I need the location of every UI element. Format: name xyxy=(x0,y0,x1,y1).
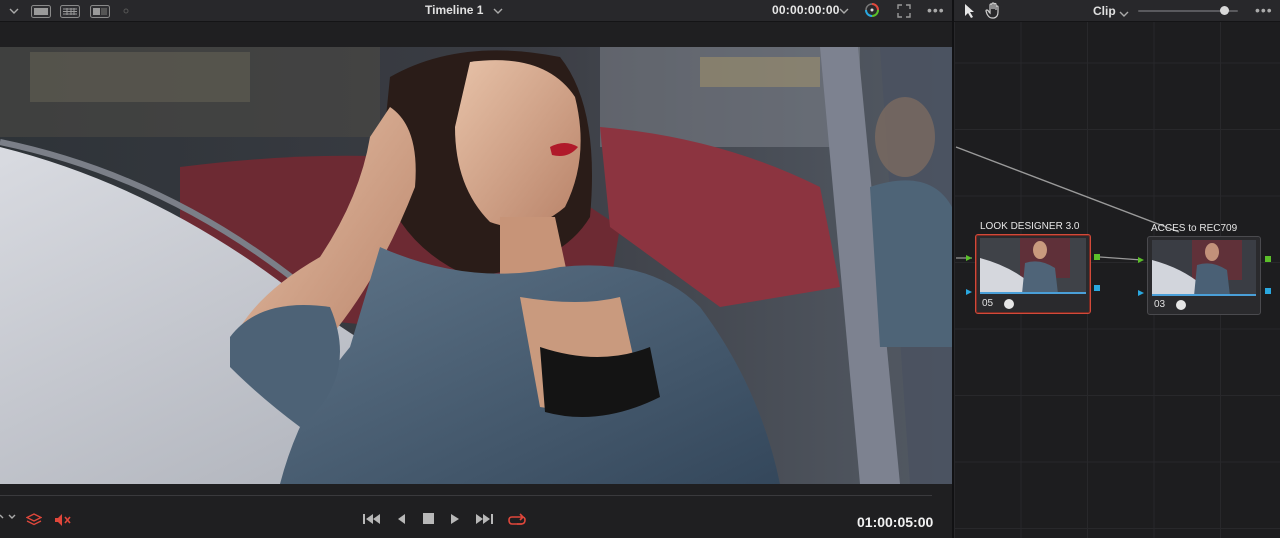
video-frame xyxy=(0,47,952,484)
chevron-down-icon[interactable] xyxy=(0,513,18,523)
viewer-toolbar: Timeline 1 00:00:00:00 ••• xyxy=(0,0,952,22)
alpha-output-port[interactable] xyxy=(1094,285,1100,291)
timeline-dropdown-icon[interactable] xyxy=(493,4,503,18)
timecode-top: 00:00:00:00 xyxy=(772,3,840,17)
viewer-image xyxy=(0,47,952,484)
rgb-input-port[interactable] xyxy=(966,255,972,261)
loop-icon[interactable] xyxy=(508,513,526,527)
node-thumbnail xyxy=(980,238,1086,294)
timeline-title[interactable]: Timeline 1 xyxy=(425,3,483,17)
chevron-down-icon[interactable] xyxy=(9,4,19,18)
alpha-output-port[interactable] xyxy=(1265,288,1271,294)
color-wheel-icon[interactable] xyxy=(864,3,880,17)
fx-icon xyxy=(1176,300,1186,310)
layers-icon[interactable] xyxy=(26,513,42,527)
timecode-bottom: 01:00:05:00 xyxy=(857,514,934,530)
timecode-dropdown-icon[interactable] xyxy=(839,4,849,18)
node-thumbnail xyxy=(1152,240,1256,296)
node-label: ACCES to REC709 xyxy=(1151,223,1238,234)
node-acces-rec709[interactable]: 03 xyxy=(1147,236,1261,315)
scrub-bar[interactable] xyxy=(0,495,932,496)
fullscreen-icon[interactable] xyxy=(897,4,911,18)
connection-line xyxy=(1099,256,1143,261)
rgb-output-port[interactable] xyxy=(1265,256,1271,262)
split-viewer-icon[interactable] xyxy=(90,4,110,18)
connection-line xyxy=(955,146,1180,233)
stop-icon[interactable] xyxy=(423,513,434,524)
alpha-input-port[interactable] xyxy=(1138,290,1144,296)
viewer-options-menu[interactable]: ••• xyxy=(927,2,945,18)
node-label: LOOK DESIGNER 3.0 xyxy=(980,221,1080,232)
skip-to-start-icon[interactable] xyxy=(363,513,381,525)
node-editor[interactable]: Clip ••• LOOK DESIGNER 3.0 05 ACCES to R… xyxy=(954,0,1280,538)
rgb-input-port[interactable] xyxy=(1138,257,1144,263)
play-icon[interactable] xyxy=(450,513,460,525)
grid-viewer-icon[interactable] xyxy=(60,4,80,18)
mute-icon[interactable] xyxy=(54,513,72,527)
skip-to-end-icon[interactable] xyxy=(475,513,493,525)
node-look-designer[interactable]: 05 xyxy=(975,234,1091,314)
alpha-input-port[interactable] xyxy=(966,289,972,295)
viewer-panel: Timeline 1 00:00:00:00 ••• 01:00:05:00 xyxy=(0,0,952,538)
rgb-output-port[interactable] xyxy=(1094,254,1100,260)
node-number: 03 xyxy=(1154,299,1166,310)
node-number: 05 xyxy=(982,298,994,309)
transport-controls: 01:00:05:00 xyxy=(0,505,952,538)
single-viewer-icon[interactable] xyxy=(31,4,51,18)
fx-icon xyxy=(1004,299,1014,309)
step-back-icon[interactable] xyxy=(396,513,406,525)
dot-icon xyxy=(123,4,129,18)
